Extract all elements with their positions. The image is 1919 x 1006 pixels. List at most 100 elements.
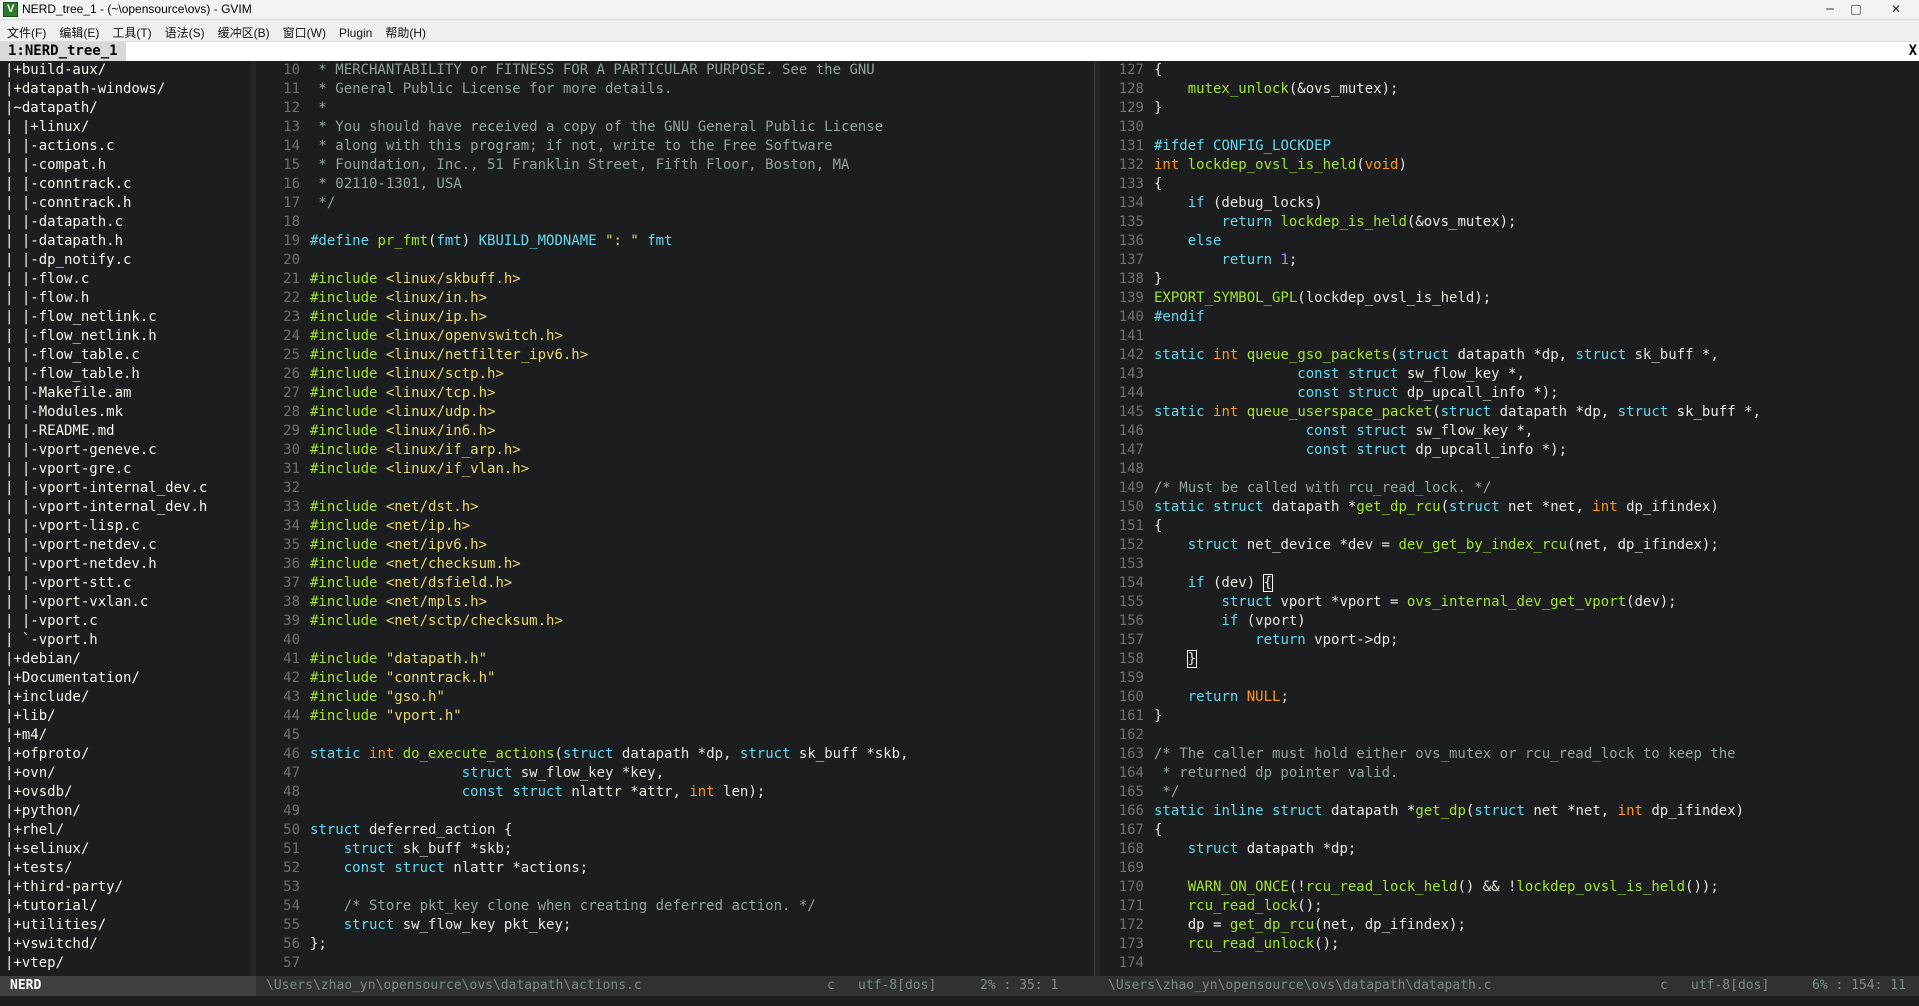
code-line[interactable]: 43 #include "gso.h" bbox=[256, 688, 1094, 707]
code-line[interactable]: 26 #include <linux/sctp.h> bbox=[256, 365, 1094, 384]
code-line[interactable]: 10 * MERCHANTABILITY or FITNESS FOR A PA… bbox=[256, 61, 1094, 80]
tree-item[interactable]: | |-flow.c bbox=[0, 270, 250, 289]
code-line[interactable]: 153 bbox=[1100, 555, 1919, 574]
code-line[interactable]: 134 if (debug_locks) bbox=[1100, 194, 1919, 213]
code-line[interactable]: 30 #include <linux/if_arp.h> bbox=[256, 441, 1094, 460]
code-line[interactable]: 148 bbox=[1100, 460, 1919, 479]
code-line[interactable]: 173 rcu_read_unlock(); bbox=[1100, 935, 1919, 954]
maximize-icon[interactable]: □ bbox=[1846, 1, 1866, 17]
tree-item[interactable]: | |-flow_netlink.h bbox=[0, 327, 250, 346]
tree-item[interactable]: |+vswitchd/ bbox=[0, 935, 250, 954]
code-line[interactable]: 168 struct datapath *dp; bbox=[1100, 840, 1919, 859]
code-line[interactable]: 135 return lockdep_is_held(&ovs_mutex); bbox=[1100, 213, 1919, 232]
code-line[interactable]: 138} bbox=[1100, 270, 1919, 289]
code-line[interactable]: 14 * along with this program; if not, wr… bbox=[256, 137, 1094, 156]
code-line[interactable]: 151 { bbox=[1100, 517, 1919, 536]
code-line[interactable]: 50 struct deferred_action { bbox=[256, 821, 1094, 840]
tree-item[interactable]: | |-conntrack.c bbox=[0, 175, 250, 194]
tree-item[interactable]: |+ovsdb/ bbox=[0, 783, 250, 802]
tree-item[interactable]: | |-Modules.mk bbox=[0, 403, 250, 422]
code-line[interactable]: 166 static inline struct datapath *get_dp… bbox=[1100, 802, 1919, 821]
code-line[interactable]: 29 #include <linux/in6.h> bbox=[256, 422, 1094, 441]
code-line[interactable]: 16 * 02110-1301, USA bbox=[256, 175, 1094, 194]
menu-item[interactable]: 帮助(H) bbox=[378, 20, 432, 41]
code-line[interactable]: 161} bbox=[1100, 707, 1919, 726]
code-line[interactable]: 11 * General Public License for more det… bbox=[256, 80, 1094, 99]
code-line[interactable]: 27 #include <linux/tcp.h> bbox=[256, 384, 1094, 403]
nerd-tree-pane[interactable]: |+build-aux/|+datapath-windows/|~datapat… bbox=[0, 61, 250, 976]
tree-item[interactable]: | |-Makefile.am bbox=[0, 384, 250, 403]
code-line[interactable]: 56}; bbox=[256, 935, 1094, 954]
code-line[interactable]: 141 bbox=[1100, 327, 1919, 346]
code-line[interactable]: 128 mutex_unlock(&ovs_mutex); bbox=[1100, 80, 1919, 99]
code-line[interactable]: 44 #include "vport.h" bbox=[256, 707, 1094, 726]
tree-item[interactable]: | |-vport-lisp.c bbox=[0, 517, 250, 536]
code-line[interactable]: 23 #include <linux/ip.h> bbox=[256, 308, 1094, 327]
menu-item[interactable]: 工具(T) bbox=[105, 20, 157, 41]
tree-item[interactable]: | |+linux/ bbox=[0, 118, 250, 137]
tree-item[interactable]: |+ovn/ bbox=[0, 764, 250, 783]
code-line[interactable]: 140 #endif bbox=[1100, 308, 1919, 327]
code-line[interactable]: 144 const struct dp_upcall_info *); bbox=[1100, 384, 1919, 403]
code-line[interactable]: 163 /* The caller must hold either ovs_mu… bbox=[1100, 745, 1919, 764]
code-line[interactable]: 143 const struct sw_flow_key *, bbox=[1100, 365, 1919, 384]
code-line[interactable]: 46 static int do_execute_actions(struct d… bbox=[256, 745, 1094, 764]
code-line[interactable]: 15 * Foundation, Inc., 51 Franklin Stree… bbox=[256, 156, 1094, 175]
tree-item[interactable]: | |-vport-internal_dev.c bbox=[0, 479, 250, 498]
tree-item[interactable]: |+Documentation/ bbox=[0, 669, 250, 688]
code-line[interactable]: 150 static struct datapath *get_dp_rcu(st… bbox=[1100, 498, 1919, 517]
code-line[interactable]: 37 #include <net/dsfield.h> bbox=[256, 574, 1094, 593]
code-line[interactable]: 31 #include <linux/if_vlan.h> bbox=[256, 460, 1094, 479]
close-window-icon[interactable]: ✕ bbox=[1876, 1, 1916, 17]
tree-item[interactable]: |+tests/ bbox=[0, 859, 250, 878]
code-line[interactable]: 152 struct net_device *dev = dev_get_by_… bbox=[1100, 536, 1919, 555]
code-line[interactable]: 12 * bbox=[256, 99, 1094, 118]
code-line[interactable]: 130 bbox=[1100, 118, 1919, 137]
tree-item[interactable]: | |-dp_notify.c bbox=[0, 251, 250, 270]
code-line[interactable]: 132 int lockdep_ovsl_is_held(void) bbox=[1100, 156, 1919, 175]
code-line[interactable]: 21 #include <linux/skbuff.h> bbox=[256, 270, 1094, 289]
tree-item[interactable]: |+build-aux/ bbox=[0, 61, 250, 80]
menu-item[interactable]: Plugin bbox=[332, 22, 378, 40]
code-line[interactable]: 48 const struct nlattr *attr, int len); bbox=[256, 783, 1094, 802]
menu-item[interactable]: 窗口(W) bbox=[276, 20, 332, 41]
tree-item[interactable]: |+utilities/ bbox=[0, 916, 250, 935]
code-line[interactable]: 57 bbox=[256, 954, 1094, 973]
editor-pane-datapath-c[interactable]: 127{128 mutex_unlock(&ovs_mutex); 129} 130… bbox=[1100, 61, 1919, 976]
code-line[interactable]: 139 EXPORT_SYMBOL_GPL(lockdep_ovsl_is_hel… bbox=[1100, 289, 1919, 308]
code-line[interactable]: 147 const struct dp_upcall_info *); bbox=[1100, 441, 1919, 460]
code-line[interactable]: 165 */ bbox=[1100, 783, 1919, 802]
code-line[interactable]: 162 bbox=[1100, 726, 1919, 745]
menu-item[interactable]: 语法(S) bbox=[158, 20, 211, 41]
code-line[interactable]: 47 struct sw_flow_key *key, bbox=[256, 764, 1094, 783]
code-line[interactable]: 19 #define pr_fmt(fmt) KBUILD_MODNAME ": … bbox=[256, 232, 1094, 251]
code-line[interactable]: 22 #include <linux/in.h> bbox=[256, 289, 1094, 308]
editor-pane-actions-c[interactable]: 10 * MERCHANTABILITY or FITNESS FOR A PA… bbox=[256, 61, 1094, 976]
tree-item[interactable]: |+include/ bbox=[0, 688, 250, 707]
code-line[interactable]: 131 #ifdef CONFIG_LOCKDEP bbox=[1100, 137, 1919, 156]
code-line[interactable]: 164 * returned dp pointer valid. bbox=[1100, 764, 1919, 783]
code-line[interactable]: 20 bbox=[256, 251, 1094, 270]
code-line[interactable]: 149 /* Must be called with rcu_read_lock.… bbox=[1100, 479, 1919, 498]
code-line[interactable]: 51 struct sk_buff *skb; bbox=[256, 840, 1094, 859]
tree-item[interactable]: | |-vport-netdev.h bbox=[0, 555, 250, 574]
tree-item[interactable]: |+python/ bbox=[0, 802, 250, 821]
code-line[interactable]: 18 bbox=[256, 213, 1094, 232]
code-line[interactable]: 174 bbox=[1100, 954, 1919, 973]
code-line[interactable]: 129} bbox=[1100, 99, 1919, 118]
code-line[interactable]: 137 return 1; bbox=[1100, 251, 1919, 270]
code-line[interactable]: 28 #include <linux/udp.h> bbox=[256, 403, 1094, 422]
tree-item[interactable]: | |-README.md bbox=[0, 422, 250, 441]
code-line[interactable]: 39 #include <net/sctp/checksum.h> bbox=[256, 612, 1094, 631]
code-line[interactable]: 127 { bbox=[1100, 61, 1919, 80]
code-line[interactable]: 34 #include <net/ip.h> bbox=[256, 517, 1094, 536]
code-line[interactable]: 159 bbox=[1100, 669, 1919, 688]
code-line[interactable]: 169 bbox=[1100, 859, 1919, 878]
code-line[interactable]: 40 bbox=[256, 631, 1094, 650]
code-line[interactable]: 157 return vport->dp; bbox=[1100, 631, 1919, 650]
close-tab-icon[interactable]: X bbox=[1909, 42, 1917, 61]
tree-item[interactable]: |~datapath/ bbox=[0, 99, 250, 118]
code-line[interactable]: 136 else bbox=[1100, 232, 1919, 251]
tree-item[interactable]: | |-vport-gre.c bbox=[0, 460, 250, 479]
menu-item[interactable]: 缓冲区(B) bbox=[211, 20, 276, 41]
